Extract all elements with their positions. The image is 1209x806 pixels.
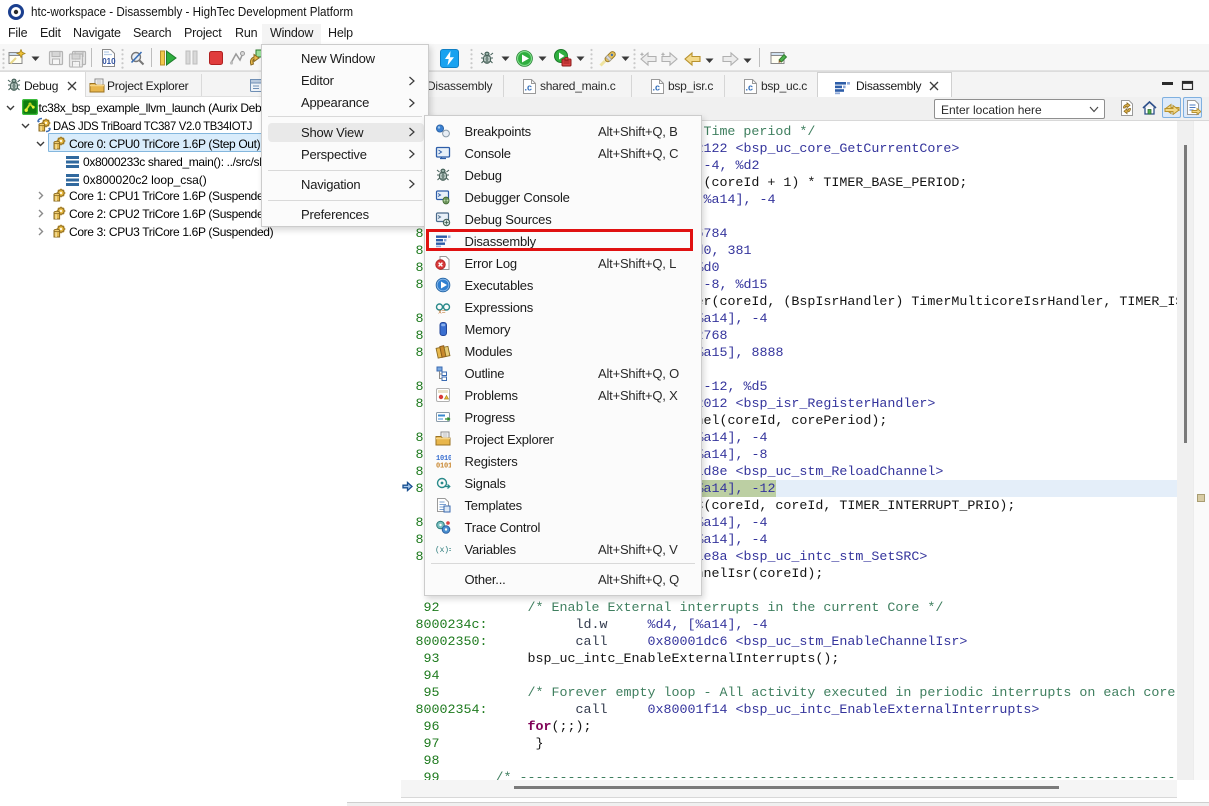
svg-text:.c: .c [653,83,661,93]
svg-text:010: 010 [102,57,116,66]
svg-text:(x)=: (x)= [435,546,451,555]
svg-text:.c: .c [746,83,754,93]
svg-text:.c: .c [525,83,533,93]
svg-text:x=: x= [438,309,446,316]
svg-text:0101: 0101 [436,463,451,470]
